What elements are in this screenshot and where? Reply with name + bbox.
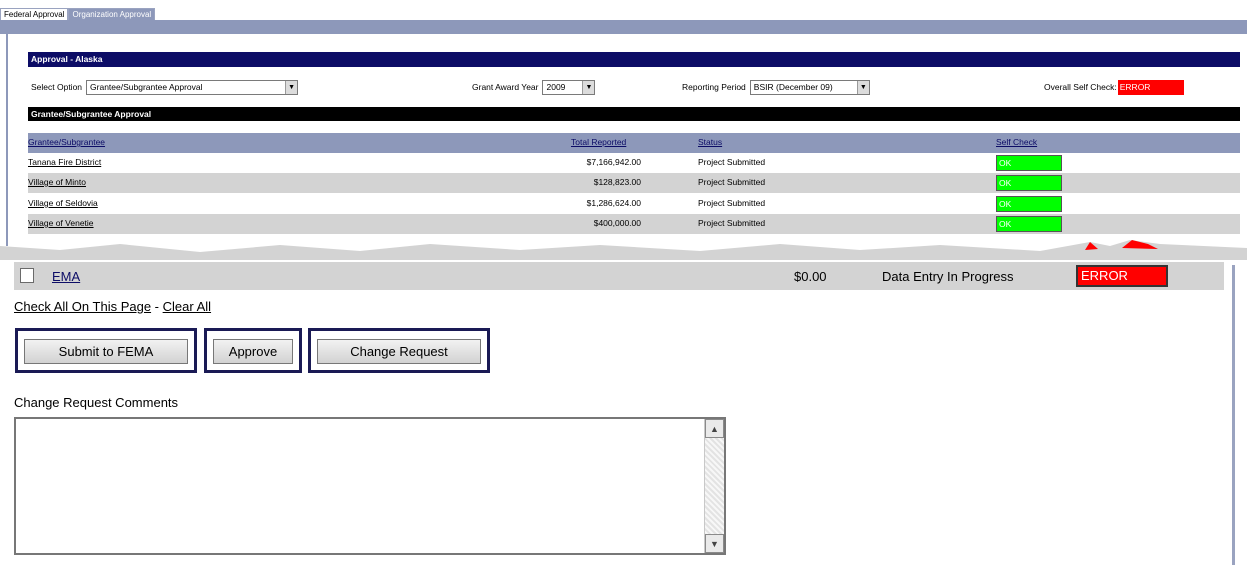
total-reported: $128,823.00 xyxy=(593,177,641,187)
status-text: Project Submitted xyxy=(698,218,766,228)
row-checkbox[interactable] xyxy=(20,268,34,283)
self-check-status: OK xyxy=(996,155,1062,171)
arrow-down-icon[interactable]: ▼ xyxy=(705,534,724,553)
column-header-grantee[interactable]: Grantee/Subgrantee xyxy=(28,137,105,147)
change-request-comments-input[interactable] xyxy=(16,419,706,553)
reporting-period-label: Reporting Period xyxy=(682,82,746,92)
total-reported: $400,000.00 xyxy=(593,218,641,228)
status-text: Project Submitted xyxy=(698,177,766,187)
self-check-status: OK xyxy=(996,216,1062,232)
grant-year-label: Grant Award Year xyxy=(472,82,539,92)
change-request-comments-label: Change Request Comments xyxy=(14,395,179,410)
section-header: Grantee/Subgrantee Approval xyxy=(28,107,1240,121)
table-row: Village of Venetie $400,000.00 Project S… xyxy=(28,214,1240,234)
approval-header: Approval - Alaska xyxy=(28,52,1240,67)
table-row: Village of Minto $128,823.00 Project Sub… xyxy=(28,173,1240,193)
table-row: Village of Seldovia $1,286,624.00 Projec… xyxy=(28,194,1240,214)
column-header-total-reported[interactable]: Total Reported xyxy=(571,137,626,147)
approve-button-frame: Approve xyxy=(204,328,302,373)
self-check-status: OK xyxy=(996,175,1062,191)
reporting-period-value: BSIR (December 09) xyxy=(753,82,833,92)
overall-self-check-label: Overall Self Check: xyxy=(1044,82,1117,92)
link-separator: - xyxy=(151,299,163,314)
total-reported: $7,166,942.00 xyxy=(586,157,641,167)
table-header: Grantee/Subgrantee Total Reported Status… xyxy=(28,133,1240,153)
change-request-button[interactable]: Change Request xyxy=(317,339,481,364)
grantee-link[interactable]: Tanana Fire District xyxy=(28,157,101,167)
table-row: Tanana Fire District $7,166,942.00 Proje… xyxy=(28,153,1240,173)
tab-bar xyxy=(0,20,1247,34)
column-header-self-check[interactable]: Self Check xyxy=(996,137,1037,147)
grant-year-value: 2009 xyxy=(546,82,566,92)
select-option-group: Select Option Grantee/Subgrantee Approva… xyxy=(31,78,299,96)
overall-self-check-group: Overall Self Check: ERROR xyxy=(1044,78,1184,96)
select-option-value: Grantee/Subgrantee Approval xyxy=(90,82,203,92)
grantee-link[interactable]: Village of Seldovia xyxy=(28,198,98,208)
status-text: Project Submitted xyxy=(698,198,766,208)
grantee-link[interactable]: EMA xyxy=(52,269,80,284)
select-option-dropdown[interactable]: Grantee/Subgrantee Approval ▼ xyxy=(86,79,299,95)
change-request-button-frame: Change Request xyxy=(308,328,490,373)
tab-organization-approval[interactable]: Organization Approval xyxy=(68,8,156,20)
table-row-ema: EMA $0.00 Data Entry In Progress ERROR xyxy=(14,262,1224,290)
submit-to-fema-button[interactable]: Submit to FEMA xyxy=(24,339,188,364)
select-option-label: Select Option xyxy=(31,82,83,92)
tab-strip: Federal Approval Organization Approval xyxy=(0,8,156,20)
torn-edge-divider xyxy=(0,240,1247,260)
clear-all-link[interactable]: Clear All xyxy=(163,299,211,314)
tab-federal-approval[interactable]: Federal Approval xyxy=(0,8,69,20)
status-text: Project Submitted xyxy=(698,157,766,167)
total-reported: $0.00 xyxy=(794,269,827,284)
approve-button[interactable]: Approve xyxy=(213,339,293,364)
reporting-period-dropdown[interactable]: BSIR (December 09) ▼ xyxy=(749,79,870,95)
status-text: Data Entry In Progress xyxy=(882,269,1014,284)
reporting-period-group: Reporting Period BSIR (December 09) ▼ xyxy=(682,78,870,96)
column-header-status[interactable]: Status xyxy=(698,137,722,147)
window-edge xyxy=(1232,265,1235,565)
chevron-down-icon[interactable]: ▼ xyxy=(582,80,595,94)
arrow-up-icon[interactable]: ▲ xyxy=(705,419,724,438)
grantee-link[interactable]: Village of Minto xyxy=(28,177,86,187)
submit-button-frame: Submit to FEMA xyxy=(15,328,197,373)
check-all-link[interactable]: Check All On This Page xyxy=(14,299,151,314)
comments-scrollbar[interactable]: ▲ ▼ xyxy=(704,419,724,553)
grantee-link[interactable]: Village of Venetie xyxy=(28,218,94,228)
self-check-status: ERROR xyxy=(1076,265,1168,287)
chevron-down-icon[interactable]: ▼ xyxy=(285,80,298,94)
selection-links: Check All On This Page - Clear All xyxy=(14,299,211,314)
grant-year-dropdown[interactable]: 2009 ▼ xyxy=(542,79,596,95)
total-reported: $1,286,624.00 xyxy=(586,198,641,208)
overall-self-check-status: ERROR xyxy=(1117,79,1184,95)
chevron-down-icon[interactable]: ▼ xyxy=(856,80,869,94)
grant-year-group: Grant Award Year 2009 ▼ xyxy=(472,78,596,96)
self-check-status: OK xyxy=(996,196,1062,212)
change-request-comments-box: ▲ ▼ xyxy=(14,417,726,555)
